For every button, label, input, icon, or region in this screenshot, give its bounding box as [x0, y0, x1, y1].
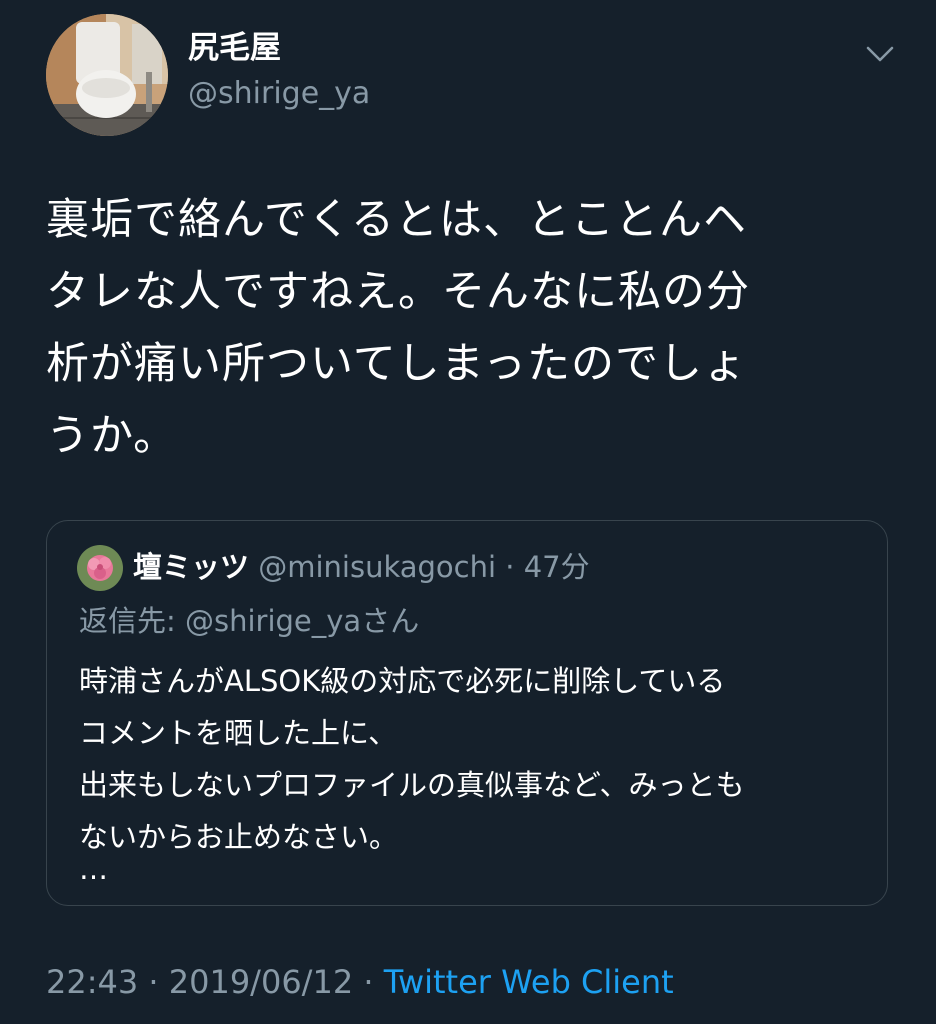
quoted-ellipsis: …: [79, 852, 108, 886]
tweet-text-line: 析が痛い所ついてしまったのでしょ: [46, 339, 747, 389]
quoted-separator: ·: [505, 550, 515, 584]
tweet-text-line: タレな人ですねえ。そんなに私の分: [46, 267, 750, 317]
tweet-text-line: うか。: [46, 411, 178, 461]
quoted-avatar[interactable]: [77, 545, 123, 591]
tweet-detail: 尻毛屋 @shirige_ya 裏垢で絡んでくるとは、とことんヘ タレな人ですね…: [0, 0, 936, 1024]
quoted-tweet[interactable]: 壇ミッツ @minisukagochi · 47分 返信先: @shirige_…: [46, 520, 888, 906]
tweet-date[interactable]: 2019/06/12: [169, 963, 353, 1001]
quoted-handle[interactable]: @minisukagochi: [258, 550, 496, 584]
chevron-down-icon[interactable]: [862, 36, 898, 72]
tweet-text: 裏垢で絡んでくるとは、とことんヘ タレな人ですねえ。そんなに私の分 析が痛い所つ…: [46, 184, 896, 472]
quoted-header: 壇ミッツ @minisukagochi · 47分: [133, 549, 590, 585]
meta-separator: ·: [148, 963, 159, 1001]
meta-separator: ·: [363, 963, 374, 1001]
tweet-text-line: 裏垢で絡んでくるとは、とことんヘ: [46, 195, 747, 245]
author-display-name[interactable]: 尻毛屋: [188, 30, 281, 66]
author-avatar[interactable]: [46, 14, 168, 136]
quoted-text-line: 出来もしないプロファイルの真似事など、みっとも: [79, 768, 745, 802]
quoted-text: 時浦さんがALSOK級の対応で必死に削除している コメントを晒した上に、 出来も…: [79, 655, 869, 863]
quoted-time: 47分: [523, 550, 590, 584]
quoted-text-line: コメントを晒した上に、: [79, 716, 398, 750]
tweet-meta: 22:43 · 2019/06/12 · Twitter Web Client: [46, 962, 674, 1002]
client-link[interactable]: Twitter Web Client: [384, 963, 674, 1001]
toilet-photo-avatar: [46, 14, 168, 136]
flower-avatar: [77, 545, 123, 591]
reply-to-label: 返信先: @shirige_yaさん: [79, 604, 420, 638]
author-handle[interactable]: @shirige_ya: [188, 76, 370, 112]
quoted-text-line: 時浦さんがALSOK級の対応で必死に削除している: [79, 664, 726, 698]
tweet-time[interactable]: 22:43: [46, 963, 138, 1001]
quoted-text-line: ないからお止めなさい。: [79, 820, 399, 854]
quoted-display-name[interactable]: 壇ミッツ: [133, 550, 249, 584]
